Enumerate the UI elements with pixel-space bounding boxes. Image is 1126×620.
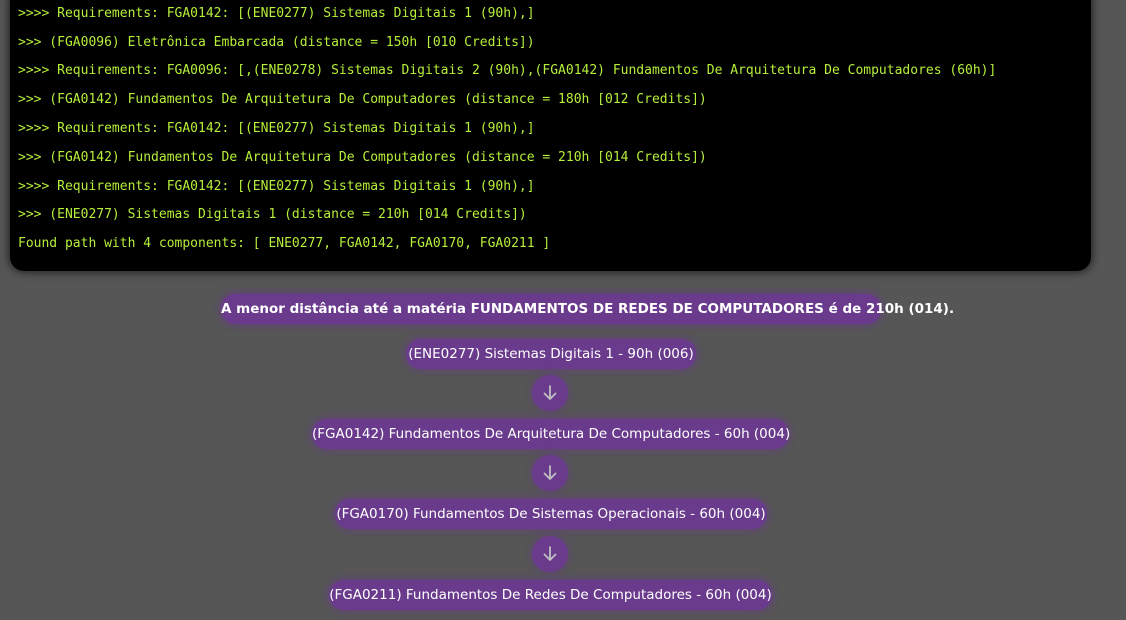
path-step-fga0211: (FGA0211) Fundamentos De Redes De Comput… <box>329 580 772 610</box>
terminal-line: >>> (FGA0096) Eletrônica Embarcada (dist… <box>18 35 535 50</box>
terminal-line: >>>> Requirements: FGA0142: [(ENE0277) S… <box>18 121 535 136</box>
arrow-down-icon <box>532 375 568 411</box>
arrow-down-icon <box>532 455 568 491</box>
path-step-ene0277: (ENE0277) Sistemas Digitais 1 - 90h (006… <box>406 339 696 369</box>
terminal-line: >>> (FGA0142) Fundamentos De Arquitetura… <box>18 92 707 107</box>
shortest-distance-headline: A menor distância até a matéria FUNDAMEN… <box>221 294 954 324</box>
terminal-line: >>>> Requirements: FGA0142: [(ENE0277) S… <box>18 6 535 21</box>
terminal-line: >>>> Requirements: FGA0142: [(ENE0277) S… <box>18 179 535 194</box>
path-step-fga0170: (FGA0170) Fundamentos De Sistemas Operac… <box>335 499 767 529</box>
terminal-line: >>> (FGA0142) Fundamentos De Arquitetura… <box>18 150 707 165</box>
path-step-fga0142: (FGA0142) Fundamentos De Arquitetura De … <box>312 419 790 449</box>
terminal-line: Found path with 4 components: [ ENE0277,… <box>18 236 551 251</box>
arrow-down-icon <box>532 536 568 572</box>
terminal-line: >>> (ENE0277) Sistemas Digitais 1 (dista… <box>18 207 527 222</box>
terminal-line: >>>> Requirements: FGA0096: [,(ENE0278) … <box>18 63 997 78</box>
